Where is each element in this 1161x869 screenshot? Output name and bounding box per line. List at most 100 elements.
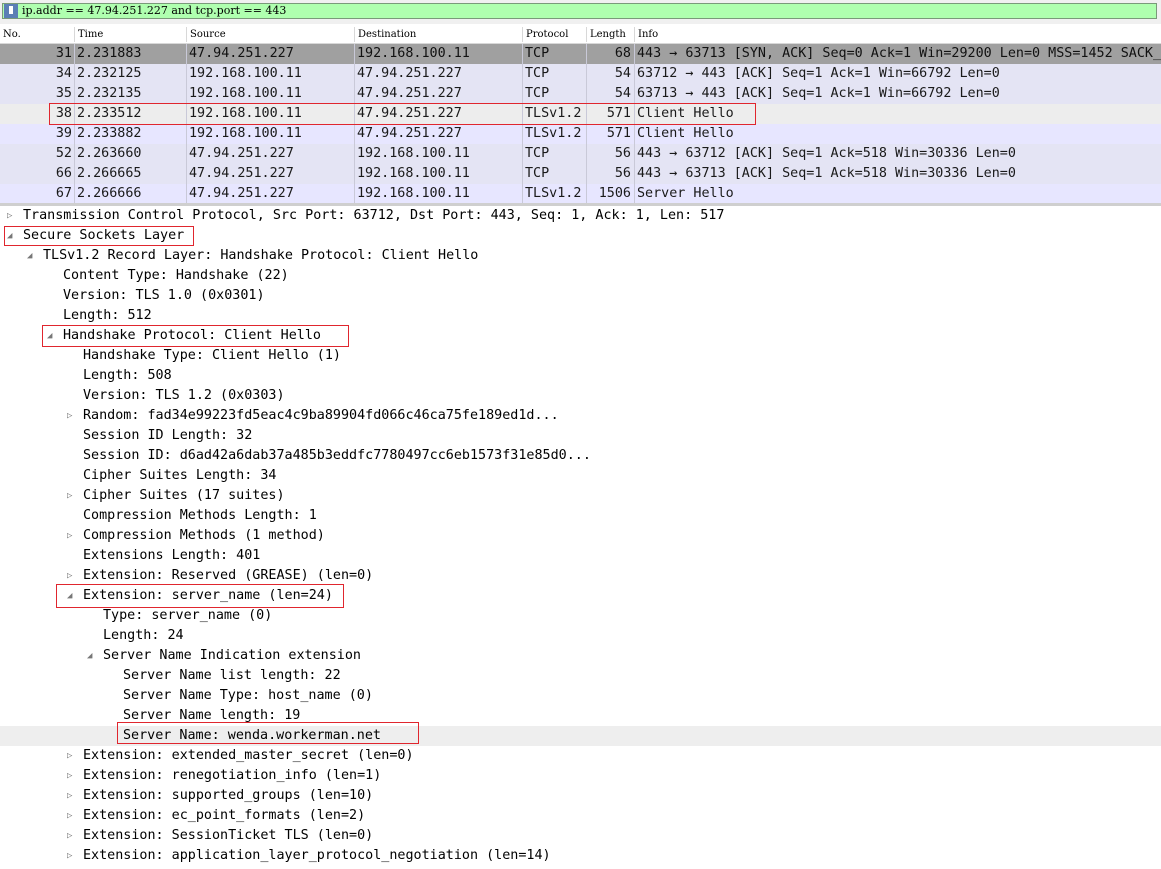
detail-tree-item[interactable]: ▷ Extension: SessionTicket TLS (len=0) [0, 826, 1161, 846]
column-header-info[interactable]: Info [634, 27, 658, 42]
packet-no-cell: 38 [55, 106, 72, 121]
display-filter-text: ip.addr == 47.94.251.227 and tcp.port ==… [22, 4, 287, 17]
packet-row[interactable]: 34 2.232125 192.168.100.11 47.94.251.227 TCP… [0, 64, 1161, 84]
packet-no-cell: 31 [55, 46, 72, 61]
detail-tree-item[interactable]: ▷ Extension: supported_groups (len=10) [0, 786, 1161, 806]
detail-tree-item[interactable]: Length: 24 [0, 626, 1161, 646]
packet-row[interactable]: 31 2.231883 47.94.251.227 192.168.100.11 TCP… [0, 44, 1161, 64]
detail-tree-label: Extension: extended_master_secret (len=0… [83, 748, 414, 763]
packet-length-cell: 56 [614, 166, 631, 181]
detail-tree-item[interactable]: ▷ Extension: ec_point_formats (len=2) [0, 806, 1161, 826]
column-header-source[interactable]: Source [186, 27, 226, 42]
detail-tree-item[interactable]: ▷ Transmission Control Protocol, Src Port… [0, 206, 1161, 226]
column-header-time[interactable]: Time [74, 27, 103, 42]
detail-tree-label: Extension: renegotiation_info (len=1) [83, 768, 382, 783]
column-separator [634, 64, 635, 84]
detail-tree-item[interactable]: ▷ Extension: application_layer_protocol_n… [0, 846, 1161, 866]
detail-tree-item[interactable]: Length: 512 [0, 306, 1161, 326]
detail-tree-item[interactable]: Server Name: wenda.workerman.net [0, 726, 1161, 746]
detail-tree-label: Extension: supported_groups (len=10) [83, 788, 374, 803]
expand-triangle-icon[interactable]: ▷ [67, 526, 75, 546]
detail-tree-item[interactable]: ▷ Extension: extended_master_secret (len=… [0, 746, 1161, 766]
column-header-protocol[interactable]: Protocol [522, 27, 568, 42]
column-separator [522, 104, 523, 124]
packet-row[interactable]: 67 2.266666 47.94.251.227 192.168.100.11 TLS… [0, 184, 1161, 204]
detail-tree-item[interactable]: Version: TLS 1.0 (0x0301) [0, 286, 1161, 306]
detail-tree-label: Secure Sockets Layer [23, 228, 185, 243]
expand-triangle-icon[interactable]: ▷ [67, 826, 75, 846]
detail-tree-label: Transmission Control Protocol, Src Port:… [23, 208, 725, 223]
detail-tree-label: Content Type: Handshake (22) [63, 268, 289, 283]
detail-tree-item[interactable]: ◢ Handshake Protocol: Client Hello [0, 326, 1161, 346]
display-filter-input[interactable]: ip.addr == 47.94.251.227 and tcp.port ==… [2, 3, 1157, 19]
expand-triangle-icon[interactable]: ▷ [67, 486, 75, 506]
detail-tree-item[interactable]: Cipher Suites Length: 34 [0, 466, 1161, 486]
detail-tree-item[interactable]: Extensions Length: 401 [0, 546, 1161, 566]
packet-no-cell: 52 [55, 146, 72, 161]
column-separator [74, 84, 75, 104]
packet-row[interactable]: 39 2.233882 192.168.100.11 47.94.251.227 TLS… [0, 124, 1161, 144]
detail-tree-item[interactable]: Server Name Type: host_name (0) [0, 686, 1161, 706]
collapse-triangle-icon[interactable]: ◢ [7, 226, 15, 246]
column-header-destination[interactable]: Destination [354, 27, 416, 42]
detail-tree-item[interactable]: Session ID: d6ad42a6dab37a485b3eddfc7780… [0, 446, 1161, 466]
detail-tree-item[interactable]: ▷ Random: fad34e99223fd5eac4c9ba89904fd06… [0, 406, 1161, 426]
detail-tree-item[interactable]: ◢ Server Name Indication extension [0, 646, 1161, 666]
expand-triangle-icon[interactable]: ▷ [67, 766, 75, 786]
detail-tree-item[interactable]: Version: TLS 1.2 (0x0303) [0, 386, 1161, 406]
detail-tree-label: Length: 508 [83, 368, 172, 383]
detail-tree-item[interactable]: Compression Methods Length: 1 [0, 506, 1161, 526]
detail-tree-label: Compression Methods (1 method) [83, 528, 325, 543]
column-separator [74, 104, 75, 124]
detail-tree-item[interactable]: ◢ Extension: server_name (len=24) [0, 586, 1161, 606]
detail-tree-item[interactable]: ◢ TLSv1.2 Record Layer: Handshake Protoco… [0, 246, 1161, 266]
packet-row[interactable]: 38 2.233512 192.168.100.11 47.94.251.227 TLS… [0, 104, 1161, 124]
detail-tree-item[interactable]: ▷ Extension: renegotiation_info (len=1) [0, 766, 1161, 786]
bookmark-icon[interactable] [4, 4, 18, 18]
column-separator [634, 104, 635, 124]
detail-tree-item[interactable]: ▷ Cipher Suites (17 suites) [0, 486, 1161, 506]
column-header-no[interactable]: No. [0, 27, 21, 42]
detail-tree-item[interactable]: Session ID Length: 32 [0, 426, 1161, 446]
detail-tree-item[interactable]: ▷ Extension: Reserved (GREASE) (len=0) [0, 566, 1161, 586]
packet-time-cell: 2.266665 [77, 166, 142, 181]
detail-tree-label: Handshake Type: Client Hello (1) [83, 348, 341, 363]
column-separator [522, 44, 523, 64]
detail-tree-item[interactable]: Content Type: Handshake (22) [0, 266, 1161, 286]
detail-tree-item[interactable]: Server Name list length: 22 [0, 666, 1161, 686]
detail-tree-label: Version: TLS 1.0 (0x0301) [63, 288, 265, 303]
expand-triangle-icon[interactable]: ▷ [7, 206, 15, 226]
detail-tree-label: Type: server_name (0) [103, 608, 273, 623]
detail-tree-item[interactable]: Type: server_name (0) [0, 606, 1161, 626]
expand-triangle-icon[interactable]: ▷ [67, 746, 75, 766]
packet-row[interactable]: 35 2.232135 192.168.100.11 47.94.251.227 TCP… [0, 84, 1161, 104]
detail-tree-item[interactable]: Length: 508 [0, 366, 1161, 386]
expand-triangle-icon[interactable]: ▷ [67, 566, 75, 586]
detail-tree-item[interactable]: Handshake Type: Client Hello (1) [0, 346, 1161, 366]
expand-triangle-icon[interactable]: ▷ [67, 786, 75, 806]
packet-row[interactable]: 66 2.266665 47.94.251.227 192.168.100.11 TCP… [0, 164, 1161, 184]
packet-list: 31 2.231883 47.94.251.227 192.168.100.11 TCP… [0, 44, 1161, 204]
detail-tree-item[interactable]: Server Name length: 19 [0, 706, 1161, 726]
column-separator [74, 144, 75, 164]
collapse-triangle-icon[interactable]: ◢ [47, 326, 55, 346]
detail-tree-item[interactable]: ◢ Secure Sockets Layer [0, 226, 1161, 246]
column-separator [634, 124, 635, 144]
collapse-triangle-icon[interactable]: ◢ [27, 246, 35, 266]
column-separator [74, 44, 75, 64]
packet-row[interactable]: 52 2.263660 47.94.251.227 192.168.100.11 TCP… [0, 144, 1161, 164]
collapse-triangle-icon[interactable]: ◢ [87, 646, 95, 666]
packet-info-cell: Client Hello [637, 106, 734, 121]
column-separator [522, 84, 523, 104]
expand-triangle-icon[interactable]: ▷ [67, 806, 75, 826]
packet-time-cell: 2.231883 [77, 46, 142, 61]
detail-tree-label: Compression Methods Length: 1 [83, 508, 317, 523]
column-header-length[interactable]: Length [586, 27, 626, 42]
expand-triangle-icon[interactable]: ▷ [67, 406, 75, 426]
collapse-triangle-icon[interactable]: ◢ [67, 586, 75, 606]
column-separator [186, 84, 187, 104]
expand-triangle-icon[interactable]: ▷ [67, 846, 75, 866]
detail-tree-item[interactable]: ▷ Compression Methods (1 method) [0, 526, 1161, 546]
column-separator [354, 184, 355, 204]
packet-protocol-cell: TCP [525, 66, 550, 81]
